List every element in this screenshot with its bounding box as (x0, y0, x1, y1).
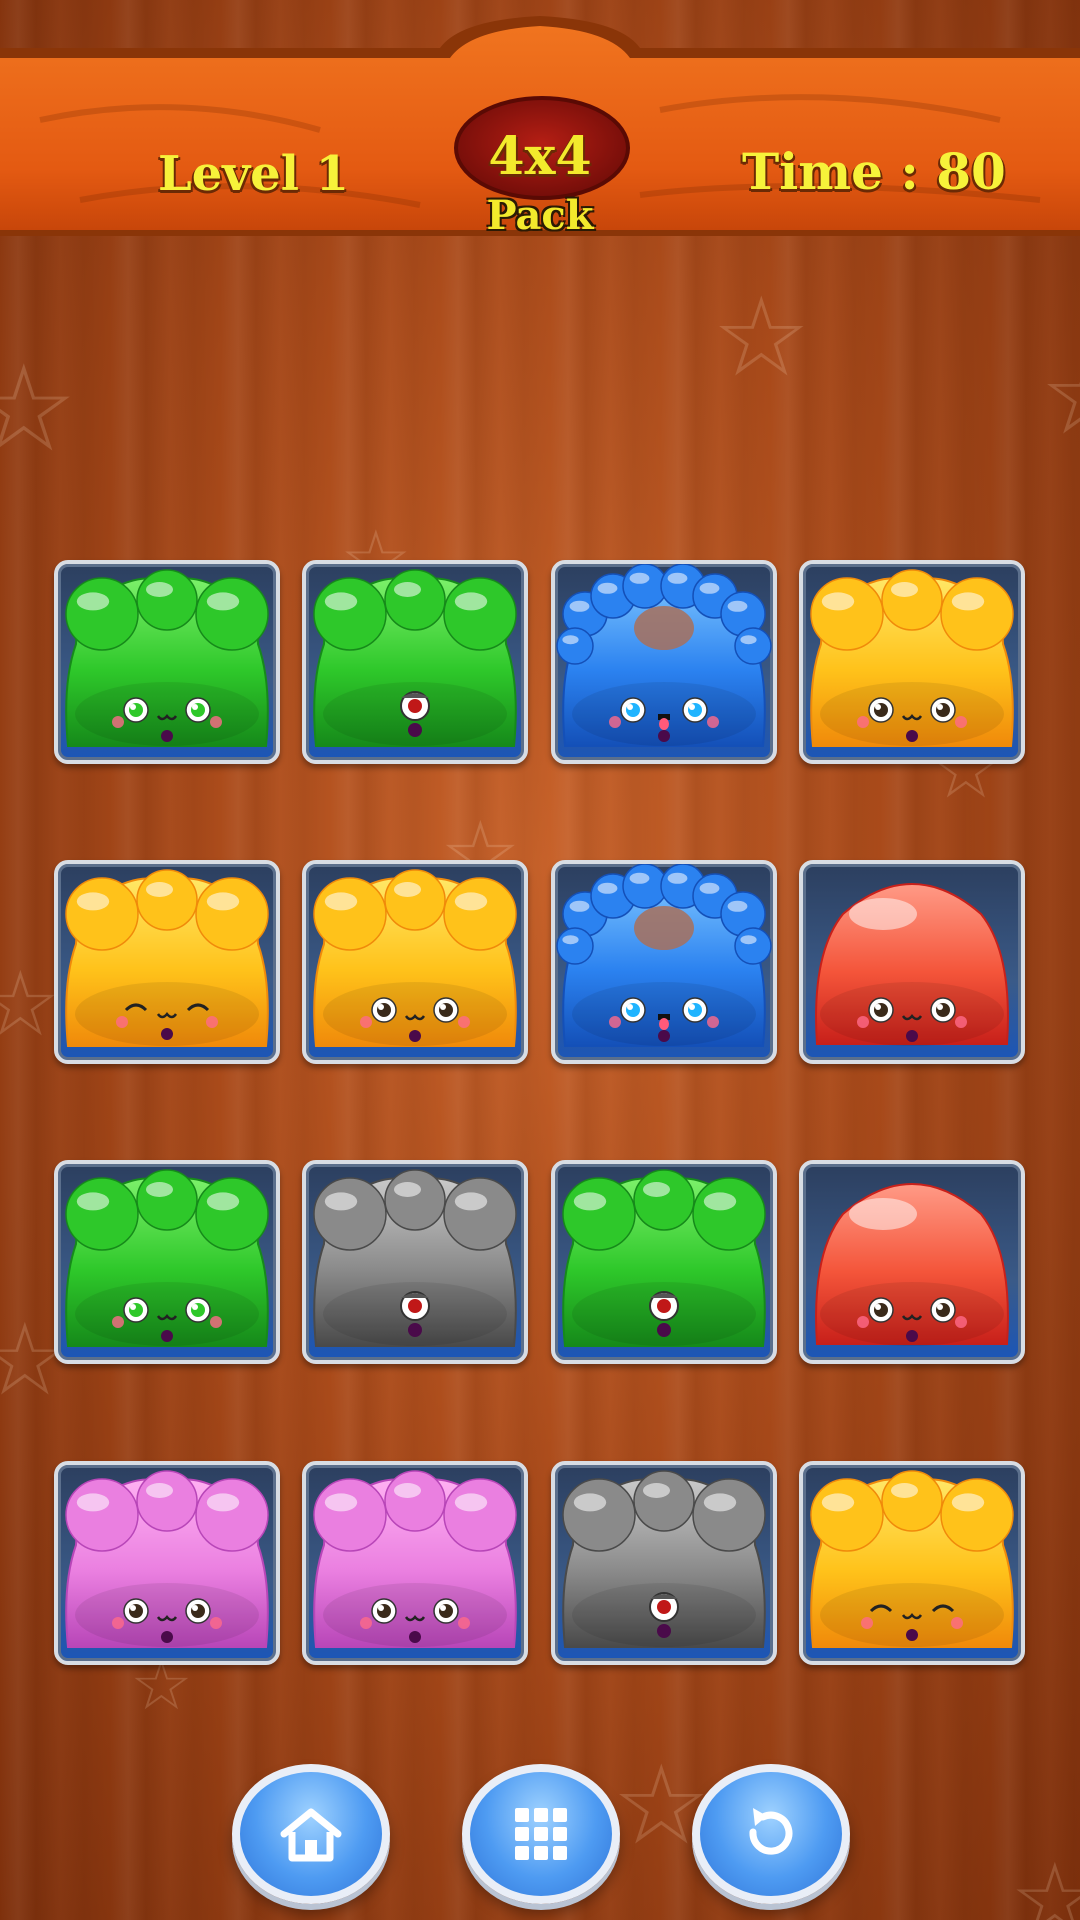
jelly-tile[interactable] (54, 560, 280, 764)
level-select-button[interactable] (462, 1764, 620, 1904)
red-jelly-icon (815, 883, 1009, 1046)
yellow-jelly-icon (810, 569, 1014, 747)
header-banner: Level 1 4x4 Pack Time : 80 (0, 0, 1080, 240)
green-jelly-icon (313, 569, 517, 747)
grid-icon (515, 1808, 567, 1860)
restart-icon (749, 1808, 793, 1855)
jelly-tile[interactable] (302, 860, 528, 1064)
gray-jelly-icon (562, 1470, 766, 1648)
pink-jelly-icon (65, 1470, 269, 1648)
jelly-tile[interactable] (799, 1461, 1025, 1665)
red-jelly-icon (815, 1183, 1009, 1346)
blue-jelly-icon (556, 864, 772, 1047)
jelly-tile[interactable] (551, 560, 777, 764)
yellow-jelly-icon (313, 869, 517, 1047)
home-icon (280, 1808, 342, 1862)
jelly-tile[interactable] (551, 1461, 777, 1665)
jelly-tile[interactable] (799, 1160, 1025, 1364)
jelly-tile[interactable] (302, 560, 528, 764)
green-jelly-icon (65, 1169, 269, 1347)
jelly-tile[interactable] (799, 560, 1025, 764)
yellow-jelly-icon (65, 869, 269, 1047)
home-button[interactable] (232, 1764, 390, 1904)
jelly-tile[interactable] (799, 860, 1025, 1064)
jelly-tile[interactable] (54, 860, 280, 1064)
background-star-icon: ☆ (0, 340, 78, 479)
jelly-tile[interactable] (302, 1160, 528, 1364)
background-star-icon: ☆ (1010, 1841, 1080, 1920)
game-screen: ☆ ☆ ☆ ☆ ☆ ☆ ☆ ☆ ☆ ☆ ☆ Leve (0, 0, 1080, 1920)
background-star-icon: ☆ (1040, 340, 1080, 450)
gray-jelly-icon (313, 1169, 517, 1347)
jelly-tile[interactable] (302, 1461, 528, 1665)
blue-jelly-icon (556, 564, 772, 747)
jelly-tile[interactable] (54, 1160, 280, 1364)
timer-label: Time : 80 (742, 142, 1006, 201)
background-star-icon: ☆ (0, 952, 61, 1057)
green-jelly-icon (65, 569, 269, 747)
background-star-icon: ☆ (712, 273, 811, 401)
jelly-tile[interactable] (551, 860, 777, 1064)
pink-jelly-icon (313, 1470, 517, 1648)
restart-button[interactable] (692, 1764, 850, 1904)
memory-board (54, 560, 1030, 1666)
green-jelly-icon (562, 1169, 766, 1347)
jelly-tile[interactable] (54, 1461, 280, 1665)
yellow-jelly-icon (810, 1470, 1014, 1648)
jelly-tile[interactable] (551, 1160, 777, 1364)
